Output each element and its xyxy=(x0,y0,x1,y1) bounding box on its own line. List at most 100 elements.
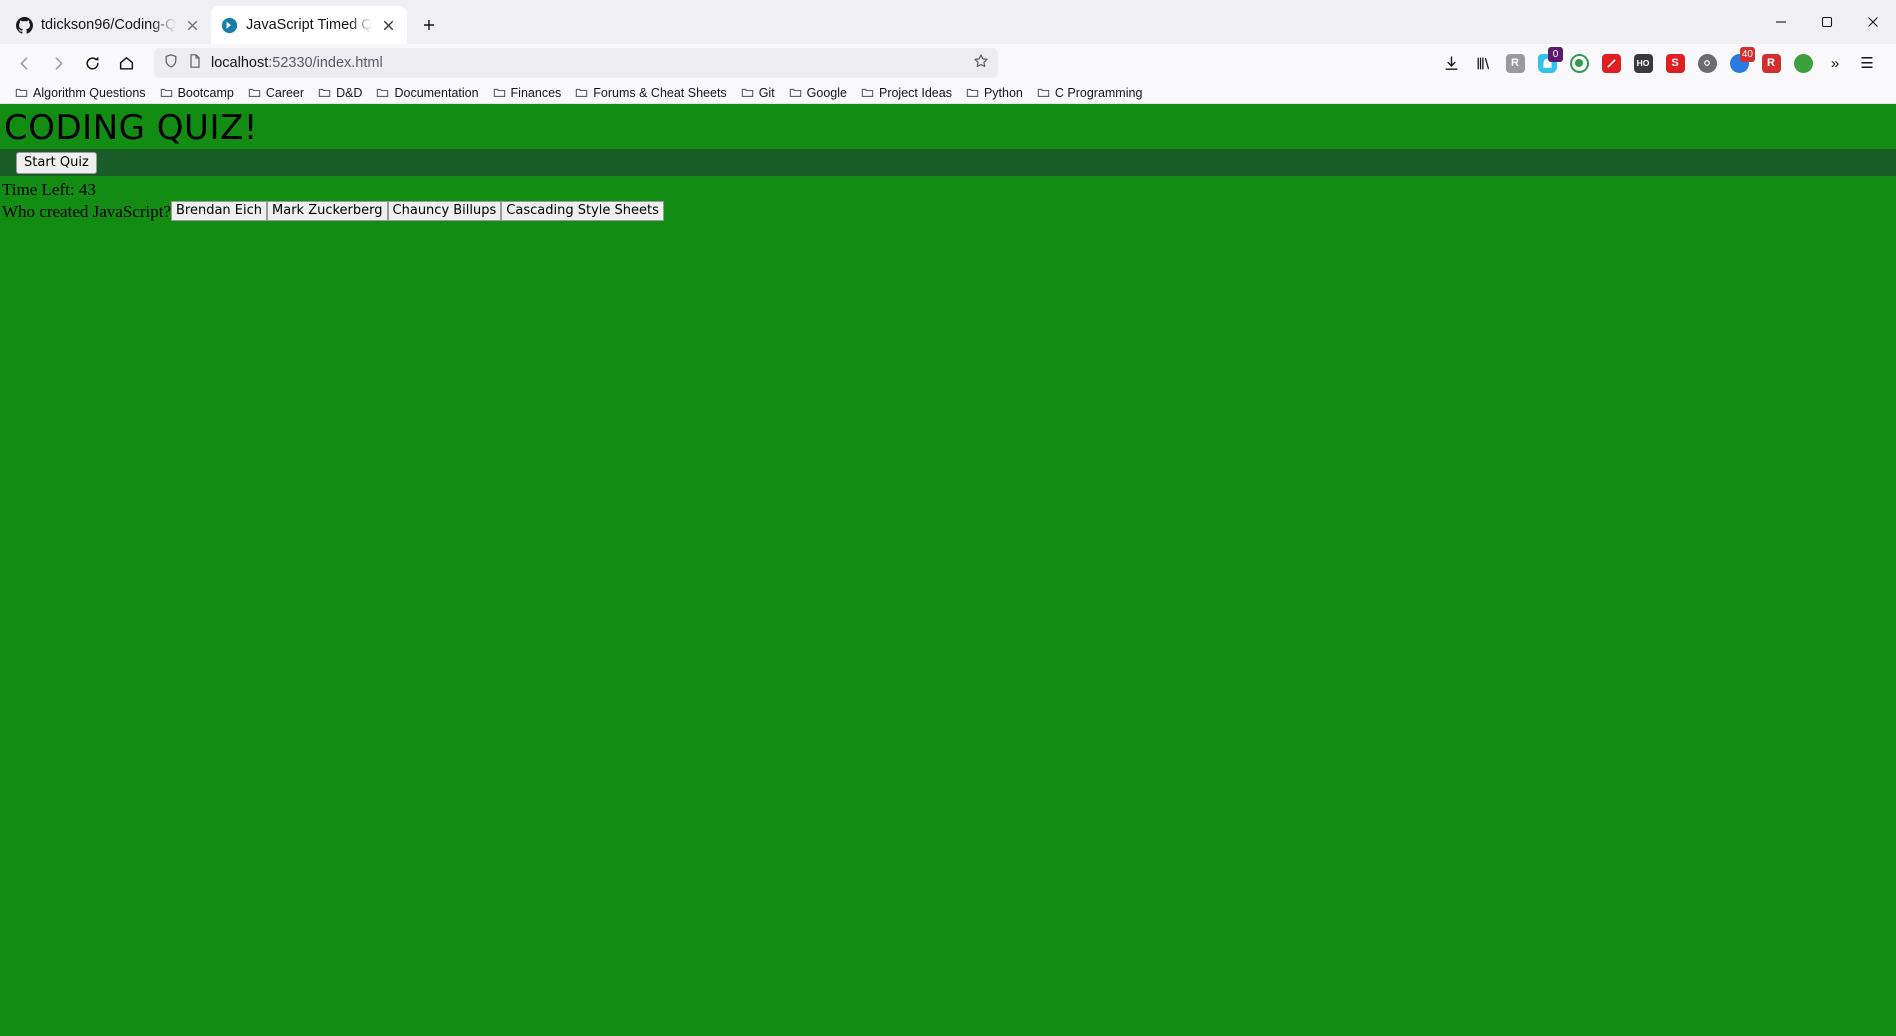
folder-icon xyxy=(789,88,801,97)
extension-red-slash-icon[interactable] xyxy=(1596,48,1626,78)
bookmark-item[interactable]: Git xyxy=(734,84,782,102)
bookmark-label: Documentation xyxy=(394,85,479,100)
app-menu-label: ☰ xyxy=(1860,55,1874,72)
bookmark-item[interactable]: Python xyxy=(959,84,1030,102)
answer-option[interactable]: Brendan Eich xyxy=(170,200,268,222)
bookmark-item[interactable]: Google xyxy=(782,84,854,102)
new-tab-button[interactable] xyxy=(413,9,445,41)
minimize-button[interactable] xyxy=(1758,0,1804,44)
overflow-label: » xyxy=(1830,54,1840,72)
bookmark-item[interactable]: Documentation xyxy=(369,84,485,102)
bookmark-label: C Programming xyxy=(1054,85,1143,100)
bookmark-item[interactable]: C Programming xyxy=(1030,84,1150,102)
folder-icon xyxy=(318,88,331,97)
bookmark-label: Google xyxy=(806,85,847,100)
bookmark-label: Algorithm Questions xyxy=(33,85,146,100)
back-icon[interactable] xyxy=(8,47,40,79)
folder-icon xyxy=(15,88,28,97)
reload-icon[interactable] xyxy=(76,47,108,79)
home-icon[interactable] xyxy=(110,47,142,79)
red-slash-glyph xyxy=(1601,53,1621,73)
quiz-page-icon xyxy=(221,17,238,34)
navigation-toolbar: localhost:52330/index.html R 0 HO S 40 R… xyxy=(0,44,1896,82)
timer-label: Time Left: 43 xyxy=(2,180,96,200)
question-text: Who created JavaScript? xyxy=(2,201,171,221)
answer-option[interactable]: Mark Zuckerberg xyxy=(267,200,388,222)
bookmark-item[interactable]: Forums & Cheat Sheets xyxy=(568,84,733,102)
folder-icon xyxy=(861,88,874,97)
browser-tab-quiz[interactable]: JavaScript Timed Quiz xyxy=(211,6,407,44)
toolbar-icons: R 0 HO S 40 R » ☰ xyxy=(1436,47,1888,78)
folder-icon xyxy=(576,88,588,97)
tab-strip: tdickson96/Coding-Quiz: Creati JavaScrip… xyxy=(0,0,1896,44)
start-quiz-button[interactable]: Start Quiz xyxy=(16,152,97,174)
bookmark-label: D&D xyxy=(336,85,363,100)
folder-icon xyxy=(493,88,505,97)
bookmark-label: Career xyxy=(265,85,305,100)
bookmark-label: Finances xyxy=(510,85,562,100)
page-icon[interactable] xyxy=(187,53,203,73)
folder-icon xyxy=(741,88,753,97)
quiz-header-bar: Start Quiz xyxy=(0,149,1896,177)
bookmark-label: Project Ideas xyxy=(878,85,952,100)
close-icon[interactable] xyxy=(380,17,397,34)
bookmarks-bar: Algorithm Questions Bootcamp Career D&D … xyxy=(0,82,1896,104)
library-icon[interactable] xyxy=(1468,48,1498,78)
extension-grammarly-badge: R xyxy=(1505,53,1525,73)
folder-icon xyxy=(966,88,979,97)
extension-s-icon[interactable]: S xyxy=(1660,48,1690,78)
browser-tab-github[interactable]: tdickson96/Coding-Quiz: Creati xyxy=(6,6,211,44)
question-row: Who created JavaScript? Brendan Eich Mar… xyxy=(0,200,1896,222)
overflow-icon[interactable]: » xyxy=(1820,48,1850,78)
folder-icon xyxy=(248,88,261,97)
answer-list: Brendan Eich Mark Zuckerberg Chauncy Bil… xyxy=(170,200,664,222)
bookmark-item[interactable]: Algorithm Questions xyxy=(8,84,153,102)
tab-title: tdickson96/Coding-Quiz: Creati xyxy=(41,17,176,33)
github-icon xyxy=(16,16,33,34)
forward-icon[interactable] xyxy=(42,47,74,79)
extension-leaf-icon[interactable] xyxy=(1788,48,1818,78)
downloads-icon[interactable] xyxy=(1436,48,1466,78)
star-icon[interactable] xyxy=(973,53,989,73)
close-icon[interactable] xyxy=(184,17,201,34)
shield-icon[interactable] xyxy=(163,53,179,73)
folder-icon xyxy=(160,88,172,97)
app-menu-icon[interactable]: ☰ xyxy=(1852,48,1882,78)
bookmark-item[interactable]: Finances xyxy=(486,84,569,102)
url-host: localhost xyxy=(211,55,269,71)
green-circle-glyph xyxy=(1569,53,1589,73)
bookmark-label: Forums & Cheat Sheets xyxy=(593,85,727,100)
answer-option[interactable]: Cascading Style Sheets xyxy=(501,200,664,222)
maximize-button[interactable] xyxy=(1804,0,1850,44)
answer-option[interactable]: Chauncy Billups xyxy=(387,200,502,222)
url-text: localhost:52330/index.html xyxy=(211,55,383,71)
bookmark-item[interactable]: D&D xyxy=(311,84,369,102)
bookmark-label: Git xyxy=(758,85,775,100)
url-path: :52330/index.html xyxy=(268,55,383,71)
extension-honey-label: HO xyxy=(1633,53,1653,73)
folder-icon xyxy=(1037,88,1050,97)
leaf-glyph xyxy=(1793,53,1813,73)
page-title: CODING QUIZ! xyxy=(4,108,258,148)
bookmark-label: Python xyxy=(983,85,1023,100)
extension-honey-icon[interactable]: HO xyxy=(1628,48,1658,78)
extension-gear-icon[interactable] xyxy=(1692,48,1722,78)
gear-glyph xyxy=(1697,53,1717,73)
extension-s-label: S xyxy=(1665,53,1685,73)
extension-ghost-icon[interactable]: 0 xyxy=(1532,47,1563,78)
extension-green-circle-icon[interactable] xyxy=(1564,48,1594,78)
extension-grammarly-icon[interactable]: R xyxy=(1500,48,1530,78)
quiz-page: CODING QUIZ! Start Quiz Time Left: 43 Wh… xyxy=(0,104,1896,1036)
window-controls xyxy=(1758,0,1896,44)
bookmark-item[interactable]: Project Ideas xyxy=(854,84,959,102)
bookmark-label: Bootcamp xyxy=(177,85,234,100)
bookmark-item[interactable]: Career xyxy=(241,84,311,102)
extension-badge-count: 0 xyxy=(1548,47,1563,62)
bookmark-item[interactable]: Bootcamp xyxy=(153,84,241,102)
extension-r-icon[interactable]: R xyxy=(1756,48,1786,78)
close-window-button[interactable] xyxy=(1850,0,1896,44)
extension-badge-count-40: 40 xyxy=(1739,47,1755,62)
url-bar[interactable]: localhost:52330/index.html xyxy=(154,48,998,78)
tab-title: JavaScript Timed Quiz xyxy=(246,17,372,33)
extension-blue-icon[interactable]: 40 xyxy=(1724,47,1755,78)
